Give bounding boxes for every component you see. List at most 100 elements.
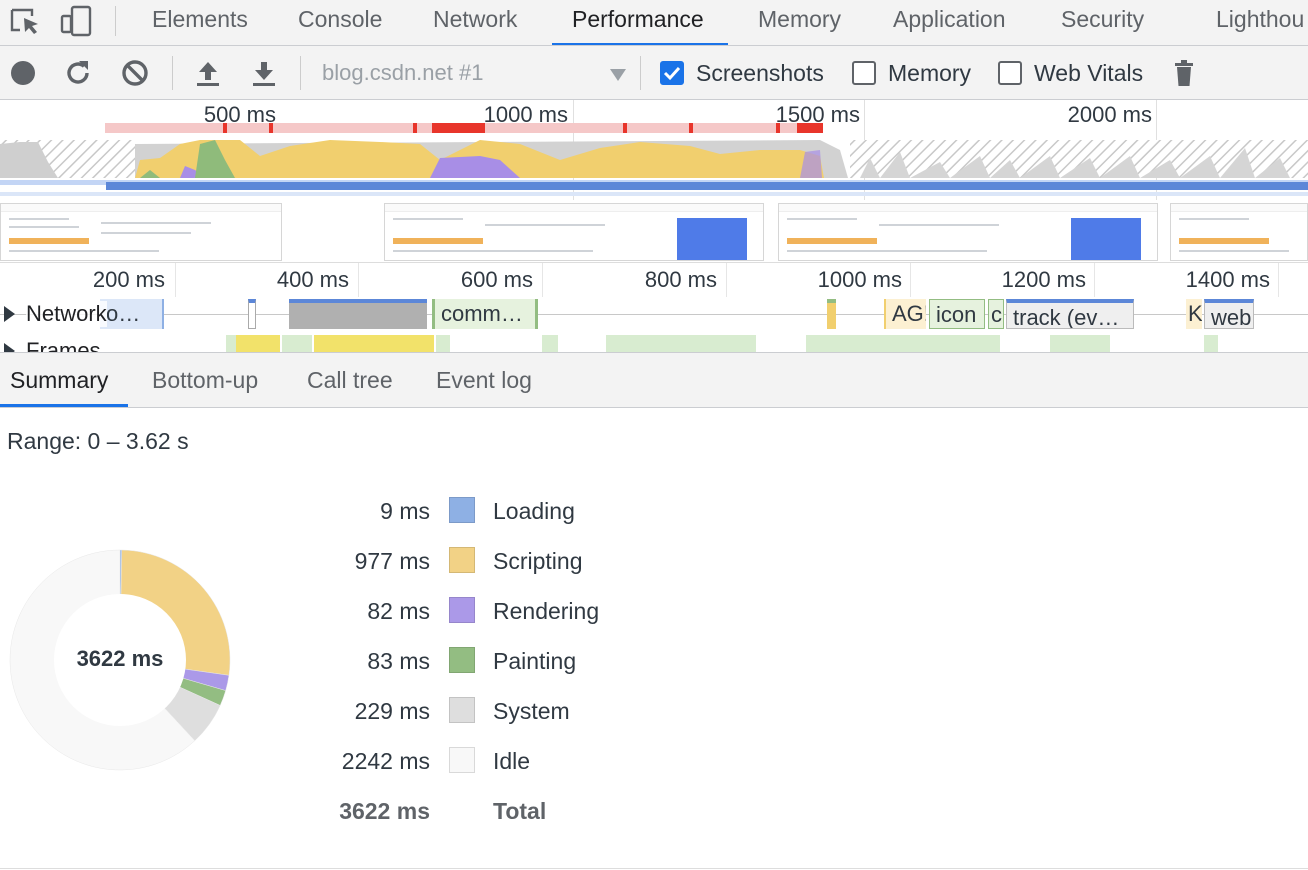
inspect-element-icon[interactable] xyxy=(8,4,44,38)
legend-value: 2242 ms xyxy=(341,748,430,774)
network-track[interactable]: o… comm… AG! icon c track (ev… K web Net… xyxy=(0,297,1308,333)
load-profile-icon[interactable] xyxy=(193,58,223,88)
network-track-title[interactable]: Network xyxy=(26,301,107,327)
legend-row-total: 3622 ms Total xyxy=(300,796,640,826)
checkmark-icon xyxy=(663,66,681,81)
screenshots-checkbox[interactable] xyxy=(660,61,684,85)
network-request-bar[interactable]: K xyxy=(1186,299,1202,329)
network-request-bar[interactable]: comm… xyxy=(432,299,538,329)
legend-row-rendering: 82 ms Rendering xyxy=(300,596,640,626)
legend-swatch xyxy=(449,747,475,773)
frame-bar[interactable] xyxy=(1204,335,1218,352)
record-icon[interactable] xyxy=(8,58,38,88)
devtools-tab-bar: Elements Console Network Performance Mem… xyxy=(0,0,1308,46)
screenshots-label[interactable]: Screenshots xyxy=(696,58,824,88)
screenshot-thumbnail[interactable] xyxy=(1170,203,1308,261)
legend-name: Idle xyxy=(493,748,531,774)
toolbar-separator xyxy=(172,56,173,90)
legend-swatch xyxy=(449,597,475,623)
network-request-bar[interactable]: c xyxy=(988,299,1004,329)
long-task-marker xyxy=(223,123,227,133)
legend-value: 9 ms xyxy=(380,498,430,524)
save-profile-icon[interactable] xyxy=(249,58,279,88)
network-request-bar[interactable]: web xyxy=(1204,299,1254,329)
frame-bar[interactable] xyxy=(806,335,1000,352)
profile-select-value: blog.csdn.net #1 xyxy=(322,60,484,85)
legend-row-idle: 2242 ms Idle xyxy=(300,746,640,776)
legend-name: Scripting xyxy=(493,548,583,574)
screenshot-thumbnail[interactable] xyxy=(778,203,1158,261)
network-request-bar[interactable] xyxy=(827,299,836,329)
web-vitals-label[interactable]: Web Vitals xyxy=(1034,58,1143,88)
chevron-down-icon xyxy=(610,69,626,81)
tab-memory[interactable]: Memory xyxy=(758,0,841,45)
legend-value: 82 ms xyxy=(367,598,430,624)
network-request-bar[interactable]: o… xyxy=(100,299,164,329)
frame-bar[interactable] xyxy=(236,335,280,352)
frame-bar[interactable] xyxy=(542,335,558,352)
long-task-marker xyxy=(432,123,485,133)
legend-name: Painting xyxy=(493,648,577,674)
tab-event-log[interactable]: Event log xyxy=(436,353,532,407)
reload-record-icon[interactable] xyxy=(63,58,93,88)
cpu-activity-chart xyxy=(0,123,1308,196)
memory-label[interactable]: Memory xyxy=(888,58,971,88)
frames-track[interactable]: Frames xyxy=(0,333,1308,353)
legend-value: 977 ms xyxy=(354,548,430,574)
network-request-bar[interactable]: track (ev… xyxy=(1006,299,1134,329)
frame-bar[interactable] xyxy=(226,335,236,352)
ruler-tick-label: 1400 ms xyxy=(1185,267,1270,292)
long-task-marker xyxy=(776,123,780,133)
device-toolbar-icon[interactable] xyxy=(58,4,94,38)
legend-row-scripting: 977 ms Scripting xyxy=(300,546,640,576)
long-task-marker xyxy=(413,123,417,133)
long-task-marker xyxy=(689,123,693,133)
legend-swatch xyxy=(449,547,475,573)
frame-bar[interactable] xyxy=(436,335,450,352)
tab-network[interactable]: Network xyxy=(433,0,517,45)
network-request-bar[interactable] xyxy=(289,299,427,329)
tab-lighthouse[interactable]: Lighthou xyxy=(1216,0,1304,45)
legend-value: 229 ms xyxy=(354,698,430,724)
memory-checkbox[interactable] xyxy=(852,61,876,85)
tab-call-tree[interactable]: Call tree xyxy=(307,353,393,407)
ruler-tick-label: 600 ms xyxy=(460,267,533,292)
frame-bar[interactable] xyxy=(606,335,756,352)
tab-bottom-up[interactable]: Bottom-up xyxy=(152,353,258,407)
screenshot-thumbnail[interactable] xyxy=(0,203,282,261)
flamechart-ruler: 200 ms 400 ms 600 ms 800 ms 1000 ms 1200… xyxy=(0,263,1308,353)
trash-icon[interactable] xyxy=(1170,58,1200,88)
tab-elements[interactable]: Elements xyxy=(152,0,248,45)
tab-performance[interactable]: Performance xyxy=(552,0,728,45)
tab-summary[interactable]: Summary xyxy=(0,353,129,407)
frame-bar[interactable] xyxy=(282,335,312,352)
network-request-bar[interactable] xyxy=(248,299,256,329)
network-request-bar[interactable]: icon xyxy=(929,299,985,329)
toolbar-separator xyxy=(300,56,301,90)
frame-bar[interactable] xyxy=(1050,335,1110,352)
frames-track-title[interactable]: Frames xyxy=(26,338,101,352)
tab-console[interactable]: Console xyxy=(298,0,382,45)
legend-total-value: 3622 ms xyxy=(339,798,430,824)
long-task-marker xyxy=(269,123,273,133)
legend-swatch xyxy=(449,697,475,723)
tab-application[interactable]: Application xyxy=(893,0,1006,45)
screenshot-thumbnail[interactable] xyxy=(384,203,764,261)
screenshots-strip[interactable] xyxy=(0,200,1308,263)
legend-row-system: 229 ms System xyxy=(300,696,640,726)
network-overview-strip xyxy=(0,192,1308,196)
expand-triangle-icon[interactable] xyxy=(4,306,15,322)
expand-triangle-icon[interactable] xyxy=(4,343,15,352)
ruler-tick-label: 800 ms xyxy=(644,267,717,292)
clear-icon[interactable] xyxy=(120,58,150,88)
profile-select[interactable]: blog.csdn.net #1 xyxy=(322,58,628,88)
timeline-overview[interactable]: 500 ms 1000 ms 1500 ms 2000 ms xyxy=(0,100,1308,200)
network-request-bar[interactable]: AG! xyxy=(884,299,926,329)
legend-row-painting: 83 ms Painting xyxy=(300,646,640,676)
ruler-tick-label: 200 ms xyxy=(92,267,165,292)
tab-security[interactable]: Security xyxy=(1061,0,1144,45)
legend-swatch xyxy=(449,647,475,673)
ruler-tick-label: 1000 ms xyxy=(817,267,902,292)
frame-bar[interactable] xyxy=(314,335,434,352)
web-vitals-checkbox[interactable] xyxy=(998,61,1022,85)
